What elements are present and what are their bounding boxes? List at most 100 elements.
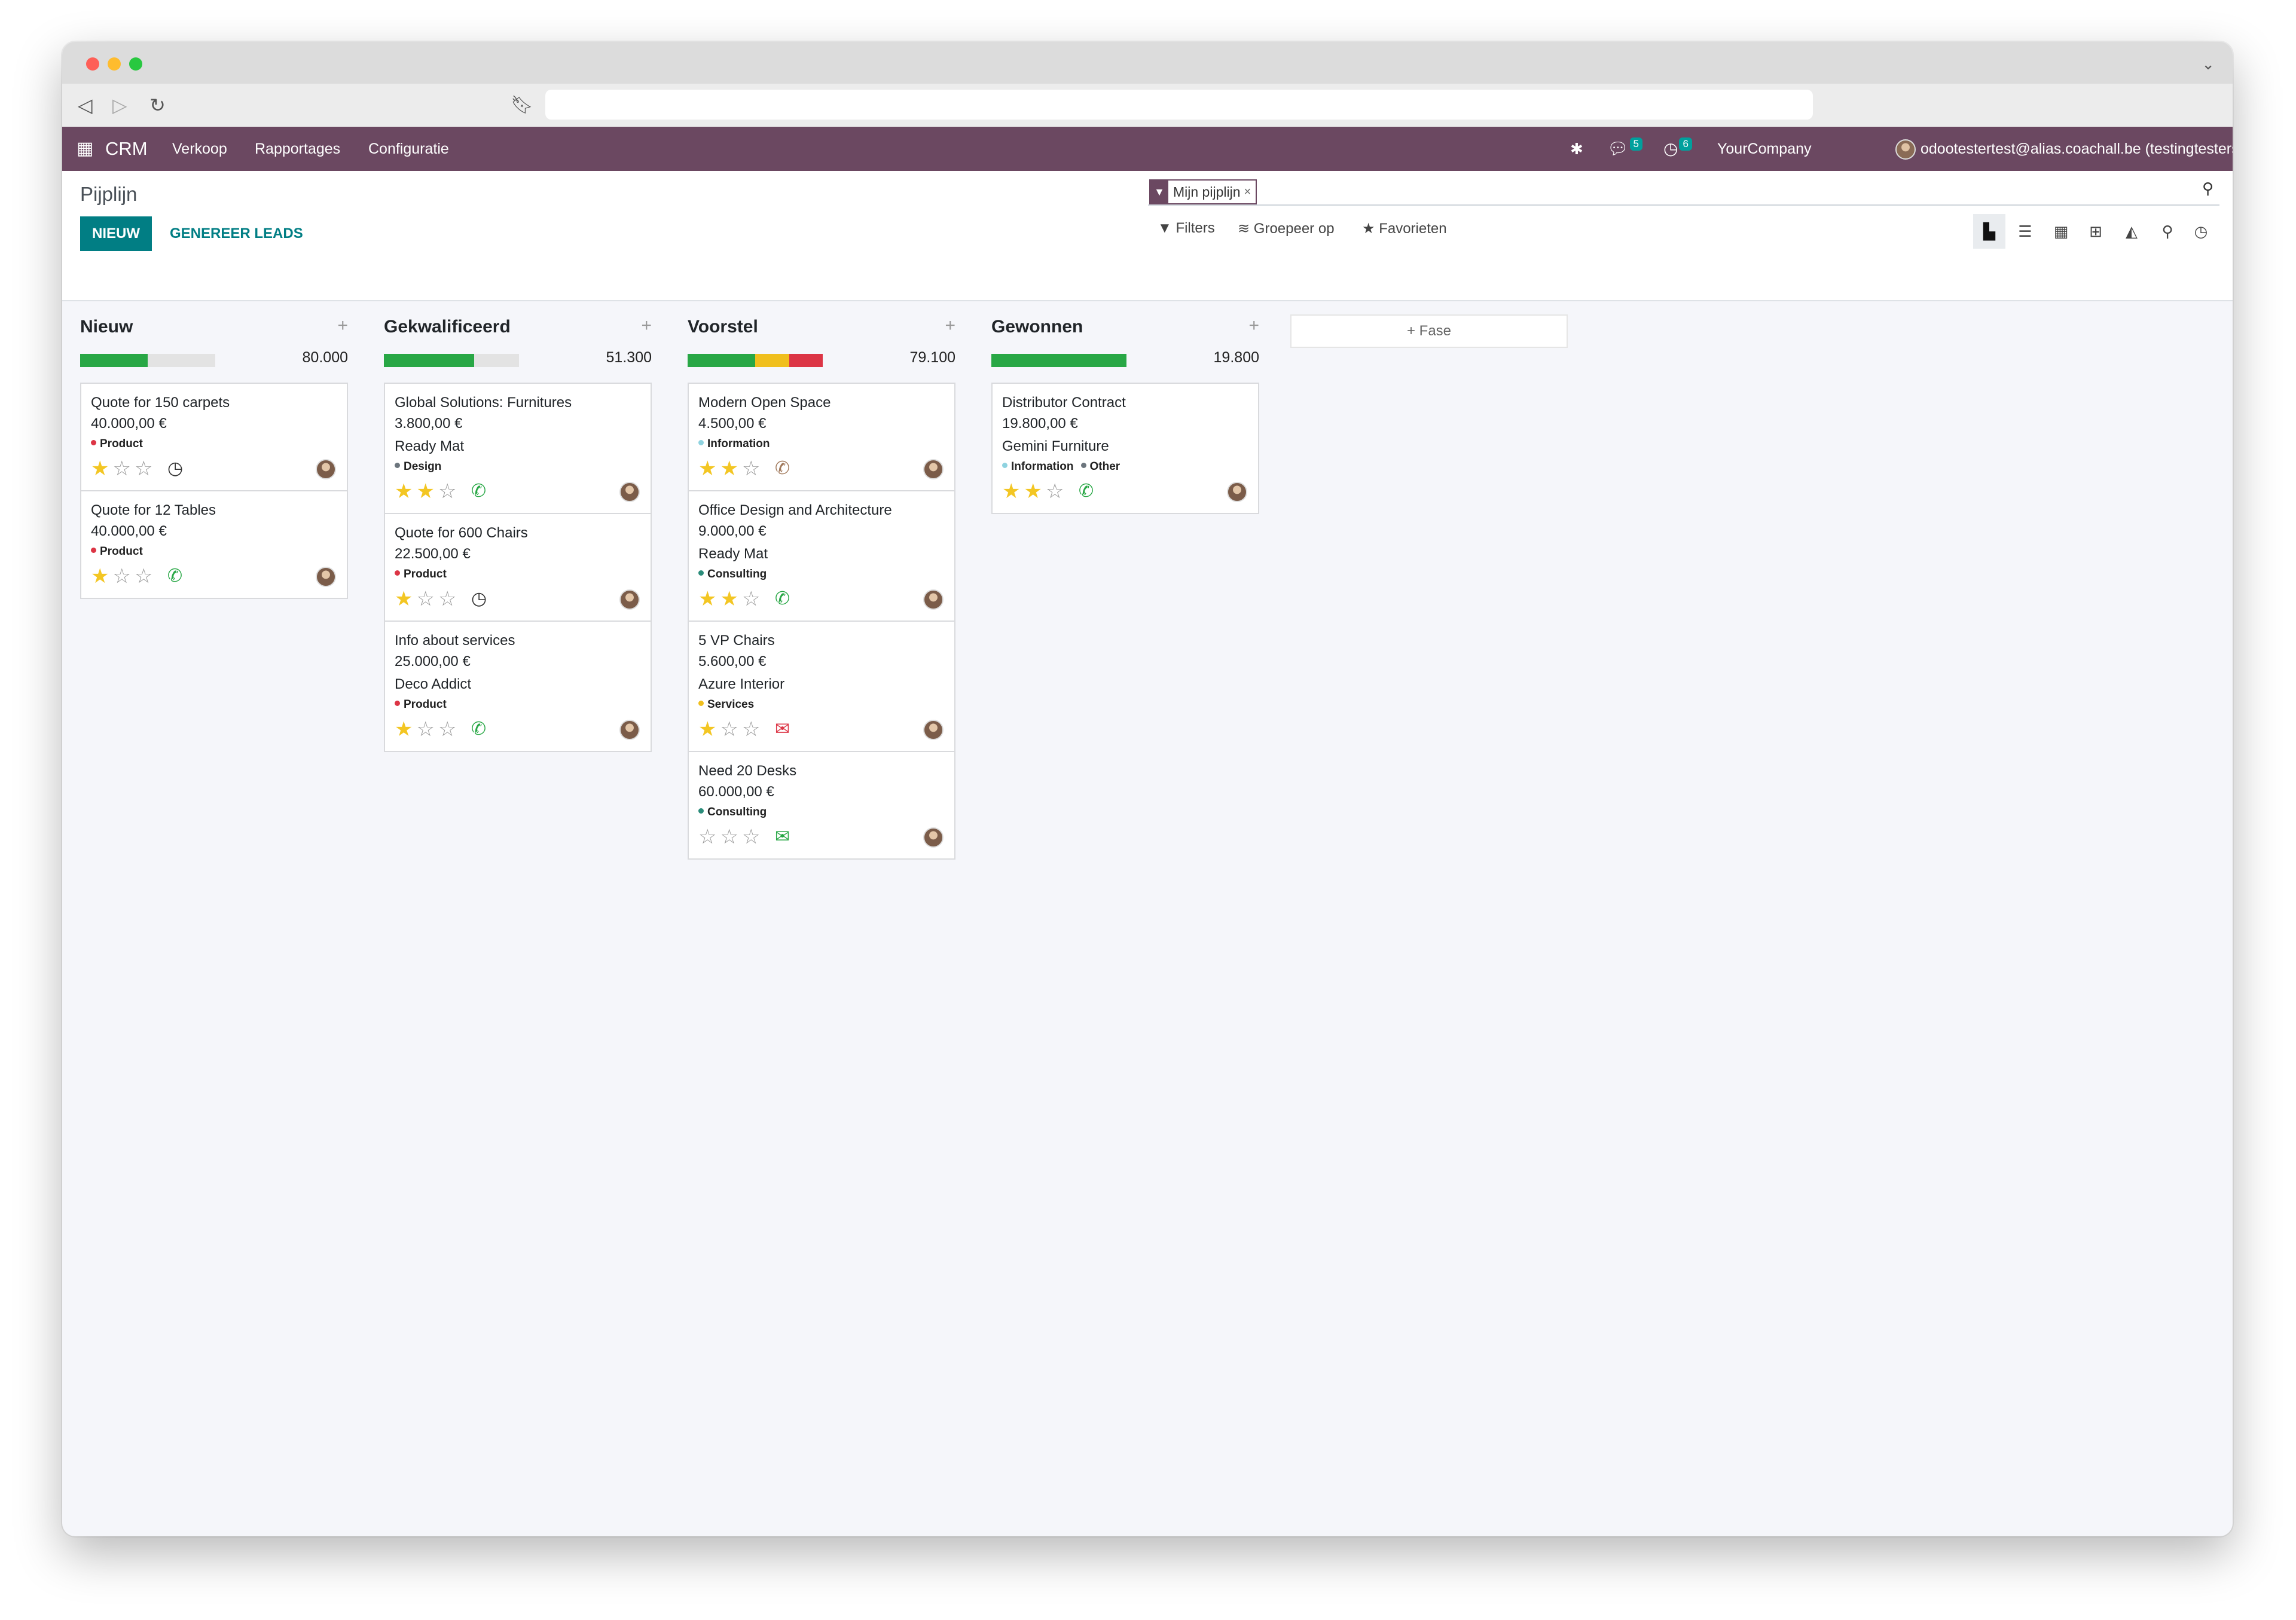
- star-empty-icon[interactable]: ☆: [416, 718, 438, 741]
- phone-icon[interactable]: ✆: [1079, 481, 1094, 502]
- kanban-view-icon[interactable]: ▙: [1973, 214, 2005, 249]
- phone-icon[interactable]: ✆: [167, 566, 182, 587]
- calendar-view-icon[interactable]: ▦: [2045, 214, 2077, 249]
- back-arrow-icon[interactable]: ◁: [78, 93, 93, 117]
- activities-button[interactable]: ◷ 6: [1663, 127, 1692, 171]
- star-empty-icon[interactable]: ☆: [698, 826, 720, 848]
- progress-segment[interactable]: [384, 354, 475, 367]
- column-title[interactable]: Gekwalificeerd: [384, 317, 511, 337]
- priority-stars[interactable]: ★☆☆: [91, 566, 156, 587]
- column-title[interactable]: Voorstel: [688, 317, 758, 337]
- progress-segment[interactable]: [755, 354, 789, 367]
- pivot-view-icon[interactable]: ⊞: [2080, 214, 2112, 249]
- activity-view-icon[interactable]: ◷: [2185, 214, 2217, 249]
- star-filled-icon[interactable]: ★: [720, 457, 741, 480]
- column-title[interactable]: Nieuw: [80, 317, 133, 337]
- star-filled-icon[interactable]: ★: [91, 565, 112, 588]
- priority-stars[interactable]: ☆☆☆: [698, 826, 764, 848]
- menu-verkoop[interactable]: Verkoop: [172, 127, 227, 171]
- phone-icon[interactable]: ✆: [775, 458, 790, 479]
- star-empty-icon[interactable]: ☆: [742, 718, 764, 741]
- salesperson-avatar[interactable]: [923, 720, 944, 740]
- new-button[interactable]: NIEUW: [80, 216, 152, 251]
- priority-stars[interactable]: ★☆☆: [395, 719, 460, 740]
- salesperson-avatar[interactable]: [923, 827, 944, 848]
- filters-dropdown[interactable]: ▼ Filters: [1158, 220, 1215, 237]
- priority-stars[interactable]: ★☆☆: [698, 719, 764, 740]
- star-empty-icon[interactable]: ☆: [438, 480, 460, 503]
- address-bar[interactable]: [545, 90, 1813, 120]
- salesperson-avatar[interactable]: [923, 459, 944, 479]
- progress-segment[interactable]: [80, 354, 148, 367]
- star-filled-icon[interactable]: ★: [1024, 480, 1045, 503]
- column-title[interactable]: Gewonnen: [991, 317, 1083, 337]
- priority-stars[interactable]: ★☆☆: [91, 458, 156, 479]
- envelope-icon[interactable]: ✉: [775, 719, 790, 740]
- menu-configuratie[interactable]: Configuratie: [368, 127, 449, 171]
- app-name[interactable]: CRM: [105, 127, 148, 171]
- kanban-card[interactable]: Info about services 25.000,00 € Deco Addic…: [384, 621, 652, 752]
- kanban-card[interactable]: Need 20 Desks 60.000,00 € Consulting ☆☆☆ ✉: [688, 751, 955, 860]
- star-empty-icon[interactable]: ☆: [438, 588, 460, 610]
- star-empty-icon[interactable]: ☆: [438, 718, 460, 741]
- progress-segment[interactable]: [688, 354, 755, 367]
- menu-rapportages[interactable]: Rapportages: [255, 127, 340, 171]
- salesperson-avatar[interactable]: [316, 567, 336, 587]
- star-empty-icon[interactable]: ☆: [416, 588, 438, 610]
- priority-stars[interactable]: ★★☆: [698, 588, 764, 610]
- kanban-card[interactable]: Quote for 150 carpets 40.000,00 € Product ★…: [80, 383, 348, 491]
- maximize-window-button[interactable]: [129, 57, 142, 71]
- clock-icon[interactable]: ◷: [167, 458, 183, 479]
- column-progress-bar[interactable]: [80, 354, 215, 367]
- star-filled-icon[interactable]: ★: [395, 588, 416, 610]
- priority-stars[interactable]: ★★☆: [395, 481, 460, 502]
- minimize-window-button[interactable]: [108, 57, 121, 71]
- graph-view-icon[interactable]: ◭: [2115, 214, 2148, 249]
- star-filled-icon[interactable]: ★: [416, 480, 438, 503]
- column-progress-bar[interactable]: [384, 354, 519, 367]
- column-add-button[interactable]: +: [1248, 316, 1259, 336]
- salesperson-avatar[interactable]: [1227, 482, 1247, 502]
- star-filled-icon[interactable]: ★: [720, 588, 741, 610]
- star-empty-icon[interactable]: ☆: [135, 565, 156, 588]
- star-empty-icon[interactable]: ☆: [135, 457, 156, 480]
- star-empty-icon[interactable]: ☆: [742, 588, 764, 610]
- debug-bug-icon[interactable]: ✱: [1570, 127, 1583, 171]
- search-input[interactable]: ▼ Mijn pijplijn × ⚲: [1148, 178, 2219, 206]
- star-empty-icon[interactable]: ☆: [112, 457, 134, 480]
- clock-icon[interactable]: ◷: [471, 588, 487, 610]
- column-add-button[interactable]: +: [641, 316, 652, 336]
- star-empty-icon[interactable]: ☆: [742, 826, 764, 848]
- phone-icon[interactable]: ✆: [775, 588, 790, 610]
- priority-stars[interactable]: ★★☆: [698, 458, 764, 479]
- star-filled-icon[interactable]: ★: [698, 588, 720, 610]
- column-progress-bar[interactable]: [688, 354, 823, 367]
- list-view-icon[interactable]: ☰: [2009, 214, 2041, 249]
- star-empty-icon[interactable]: ☆: [112, 565, 134, 588]
- progress-segment[interactable]: [991, 354, 1126, 367]
- kanban-card[interactable]: 5 VP Chairs 5.600,00 € Azure Interior Servi…: [688, 621, 955, 752]
- reload-icon[interactable]: ↻: [149, 93, 166, 117]
- phone-icon[interactable]: ✆: [471, 719, 486, 740]
- priority-stars[interactable]: ★☆☆: [395, 588, 460, 610]
- chevron-down-icon[interactable]: ⌄: [2202, 55, 2215, 74]
- favorites-dropdown[interactable]: ★ Favorieten: [1362, 220, 1447, 237]
- column-progress-bar[interactable]: [991, 354, 1126, 367]
- map-view-icon[interactable]: ⚲: [2151, 214, 2184, 249]
- add-stage-button[interactable]: + Fase: [1290, 314, 1568, 348]
- bookmark-icon[interactable]: 🔖︎: [511, 93, 533, 117]
- kanban-card[interactable]: Global Solutions: Furnitures 3.800,00 € Re…: [384, 383, 652, 514]
- generate-leads-button[interactable]: GENEREER LEADS: [161, 216, 312, 251]
- forward-arrow-icon[interactable]: ▷: [112, 93, 127, 117]
- star-empty-icon[interactable]: ☆: [742, 457, 764, 480]
- messages-button[interactable]: 💬︎ 5: [1607, 127, 1643, 171]
- company-switcher[interactable]: YourCompany: [1717, 127, 1812, 171]
- envelope-icon[interactable]: ✉: [775, 826, 790, 848]
- close-window-button[interactable]: [86, 57, 99, 71]
- priority-stars[interactable]: ★★☆: [1002, 481, 1067, 502]
- salesperson-avatar[interactable]: [619, 589, 640, 610]
- star-filled-icon[interactable]: ★: [395, 480, 416, 503]
- kanban-card[interactable]: Modern Open Space 4.500,00 € Information ★★…: [688, 383, 955, 491]
- phone-icon[interactable]: ✆: [471, 481, 486, 502]
- facet-remove-button[interactable]: ×: [1244, 185, 1256, 199]
